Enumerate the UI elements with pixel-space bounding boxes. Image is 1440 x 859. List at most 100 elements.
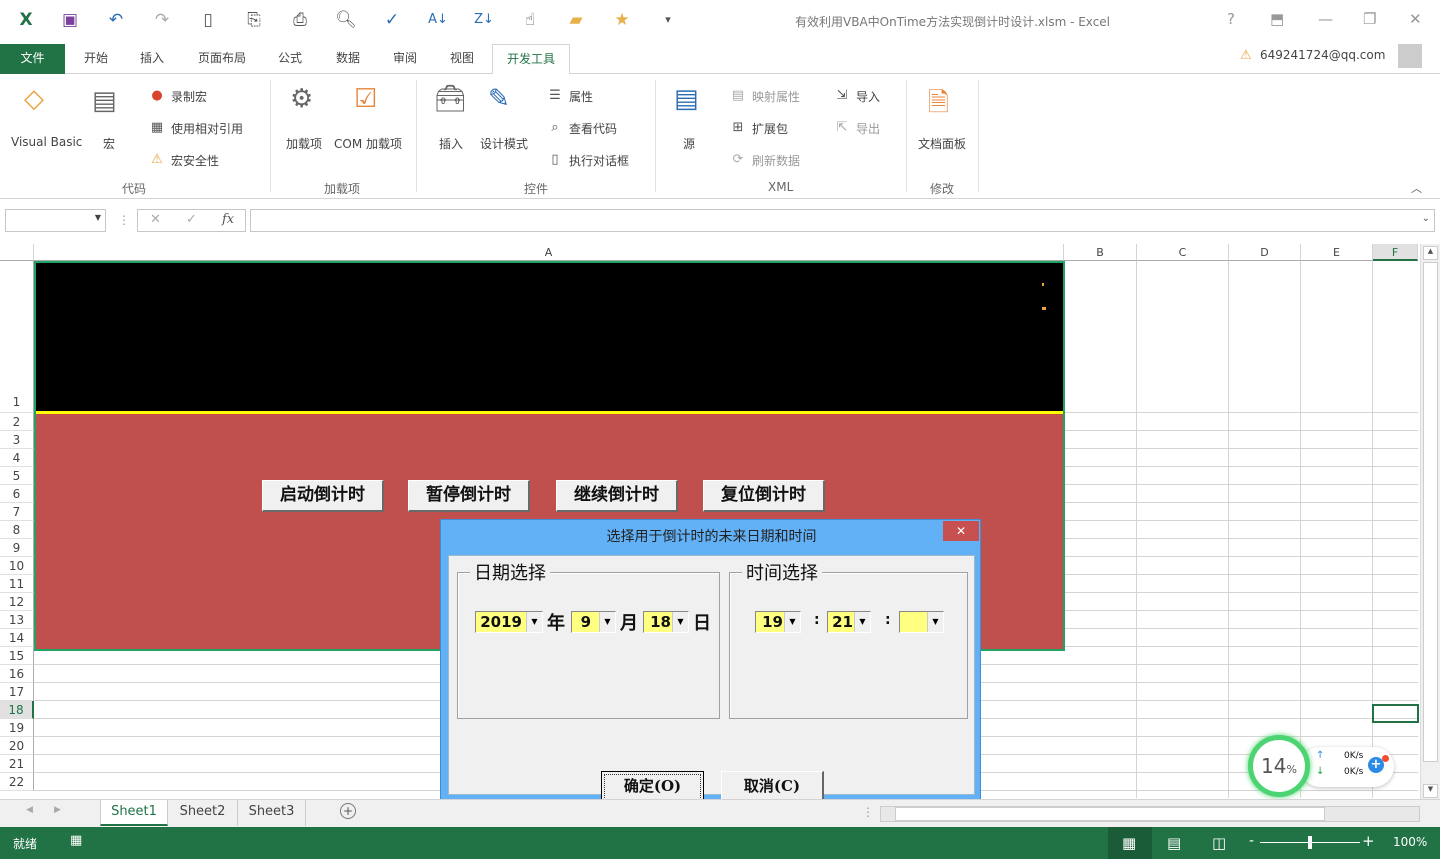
macro-button[interactable]: 宏	[103, 135, 115, 152]
enter-icon[interactable]: ✓	[186, 212, 197, 227]
insert-function-icon[interactable]: fx	[222, 212, 234, 227]
add-sheet-icon[interactable]: +	[340, 803, 356, 819]
tab-page-layout[interactable]: 页面布局	[190, 44, 254, 74]
document-panel-button[interactable]: 文档面板	[918, 135, 966, 152]
row-header-10[interactable]: 10	[0, 557, 34, 575]
xml-source-button[interactable]: 源	[683, 135, 695, 152]
folder-icon[interactable]: ▰	[564, 8, 588, 32]
ribbon-display-icon[interactable]: ⬒	[1270, 10, 1284, 28]
row-header-19[interactable]: 19	[0, 719, 34, 737]
avatar[interactable]	[1398, 44, 1422, 68]
column-header-f[interactable]: F	[1373, 244, 1418, 261]
scroll-thumb[interactable]	[1423, 262, 1438, 762]
zoom-in-icon[interactable]: +	[1362, 832, 1375, 850]
undo-icon[interactable]: ↶	[104, 8, 128, 32]
sheet-tab-sheet2[interactable]: Sheet2	[168, 800, 238, 826]
run-dialog-button[interactable]: 执行对话框	[569, 152, 629, 169]
spellcheck-icon[interactable]: ✓	[380, 8, 404, 32]
insert-control-button[interactable]: 插入	[439, 135, 463, 152]
help-icon[interactable]: ?	[1227, 10, 1235, 28]
tab-file[interactable]: 文件	[0, 44, 65, 74]
tab-formulas[interactable]: 公式	[268, 44, 312, 74]
row-header-21[interactable]: 21	[0, 755, 34, 773]
tab-review[interactable]: 审阅	[383, 44, 427, 74]
second-select[interactable]: ▼	[899, 611, 944, 633]
macro-record-icon[interactable]: ▦	[70, 833, 82, 848]
row-header-8[interactable]: 8	[0, 521, 34, 539]
scroll-down-icon[interactable]: ▼	[1423, 784, 1438, 798]
formula-input[interactable]: ⌄	[250, 209, 1435, 232]
horizontal-scrollbar[interactable]	[880, 806, 1420, 822]
relative-ref-button[interactable]: 使用相对引用	[171, 120, 243, 137]
sort-desc-icon[interactable]: Z↓	[472, 8, 496, 32]
cpu-usage-widget[interactable]: 14%	[1248, 735, 1310, 797]
row-header-12[interactable]: 12	[0, 593, 34, 611]
row-header-2[interactable]: 2	[0, 413, 34, 431]
view-code-button[interactable]: 查看代码	[569, 120, 617, 137]
chevron-down-icon[interactable]: ▼	[784, 612, 800, 632]
row-header-18[interactable]: 18	[0, 701, 34, 719]
expansion-pack-button[interactable]: 扩展包	[752, 120, 788, 137]
tab-insert[interactable]: 插入	[130, 44, 174, 74]
com-addins-button[interactable]: COM 加载项	[334, 135, 402, 152]
column-header-e[interactable]: E	[1301, 244, 1373, 261]
column-header-a[interactable]: A	[34, 244, 1064, 261]
touch-icon[interactable]: ☝	[518, 8, 542, 32]
redo-icon[interactable]: ↷	[150, 8, 174, 32]
user-account[interactable]: 649241724@qq.com	[1260, 48, 1385, 62]
favorite-icon[interactable]: ★	[610, 8, 634, 32]
month-select[interactable]: 9 ▼	[571, 611, 616, 633]
import-button[interactable]: 导入	[856, 88, 880, 105]
attach-icon[interactable]: ⎘	[242, 8, 266, 32]
print-icon[interactable]: ⎙	[288, 8, 312, 32]
minute-select[interactable]: 21 ▼	[827, 611, 871, 633]
row-header-14[interactable]: 14	[0, 629, 34, 647]
row-header-11[interactable]: 11	[0, 575, 34, 593]
name-box[interactable]: ▼	[5, 209, 106, 232]
row-header-7[interactable]: 7	[0, 503, 34, 521]
reset-countdown-button[interactable]: 复位倒计时	[703, 480, 825, 512]
properties-button[interactable]: 属性	[569, 88, 593, 105]
hour-select[interactable]: 19 ▼	[755, 611, 801, 633]
tab-data[interactable]: 数据	[326, 44, 370, 74]
macro-security-button[interactable]: 宏安全性	[171, 152, 219, 169]
row-header-22[interactable]: 22	[0, 773, 34, 791]
column-header-b[interactable]: B	[1064, 244, 1137, 261]
row-header-17[interactable]: 17	[0, 683, 34, 701]
prev-sheet-icon[interactable]: ◀	[26, 805, 33, 815]
minimize-icon[interactable]: —	[1318, 10, 1333, 28]
day-select[interactable]: 18 ▼	[643, 611, 689, 633]
resume-countdown-button[interactable]: 继续倒计时	[556, 480, 678, 512]
chevron-down-icon[interactable]: ▼	[526, 612, 542, 632]
zoom-level[interactable]: 100%	[1393, 835, 1427, 849]
row-header-3[interactable]: 3	[0, 431, 34, 449]
vertical-scrollbar[interactable]: ▲ ▼	[1420, 244, 1440, 800]
row-header-6[interactable]: 6	[0, 485, 34, 503]
active-cell[interactable]	[1372, 704, 1419, 723]
restore-icon[interactable]: ❐	[1363, 10, 1376, 28]
sheet-tab-sheet3[interactable]: Sheet3	[238, 800, 306, 826]
year-select[interactable]: 2019 ▼	[475, 611, 543, 633]
record-macro-button[interactable]: 录制宏	[171, 88, 207, 105]
split-handle[interactable]: ⋮	[862, 805, 874, 819]
row-header-16[interactable]: 16	[0, 665, 34, 683]
column-header-d[interactable]: D	[1229, 244, 1301, 261]
preview-icon[interactable]: 🔍︎	[334, 8, 358, 32]
sheet-tab-sheet1[interactable]: Sheet1	[100, 800, 168, 826]
collapse-ribbon-icon[interactable]: ︿	[1411, 180, 1422, 196]
network-widget[interactable]: ↑ ↓ 0K/s 0K/s +	[1300, 747, 1394, 787]
sort-asc-icon[interactable]: A↓	[426, 8, 450, 32]
customize-icon[interactable]: ▾	[656, 8, 680, 32]
close-icon[interactable]: ✕	[1409, 10, 1422, 28]
page-layout-view-icon[interactable]: ▤	[1167, 834, 1181, 852]
normal-view-button[interactable]: ▦	[1108, 827, 1152, 859]
page-break-view-icon[interactable]: ◫	[1212, 834, 1226, 852]
row-header-9[interactable]: 9	[0, 539, 34, 557]
row-header-20[interactable]: 20	[0, 737, 34, 755]
chevron-down-icon[interactable]: ▼	[672, 612, 688, 632]
row-header-15[interactable]: 15	[0, 647, 34, 665]
select-all[interactable]	[0, 244, 34, 261]
dialog-close-button[interactable]: ✕	[943, 521, 979, 541]
row-header-5[interactable]: 5	[0, 467, 34, 485]
row-header-4[interactable]: 4	[0, 449, 34, 467]
